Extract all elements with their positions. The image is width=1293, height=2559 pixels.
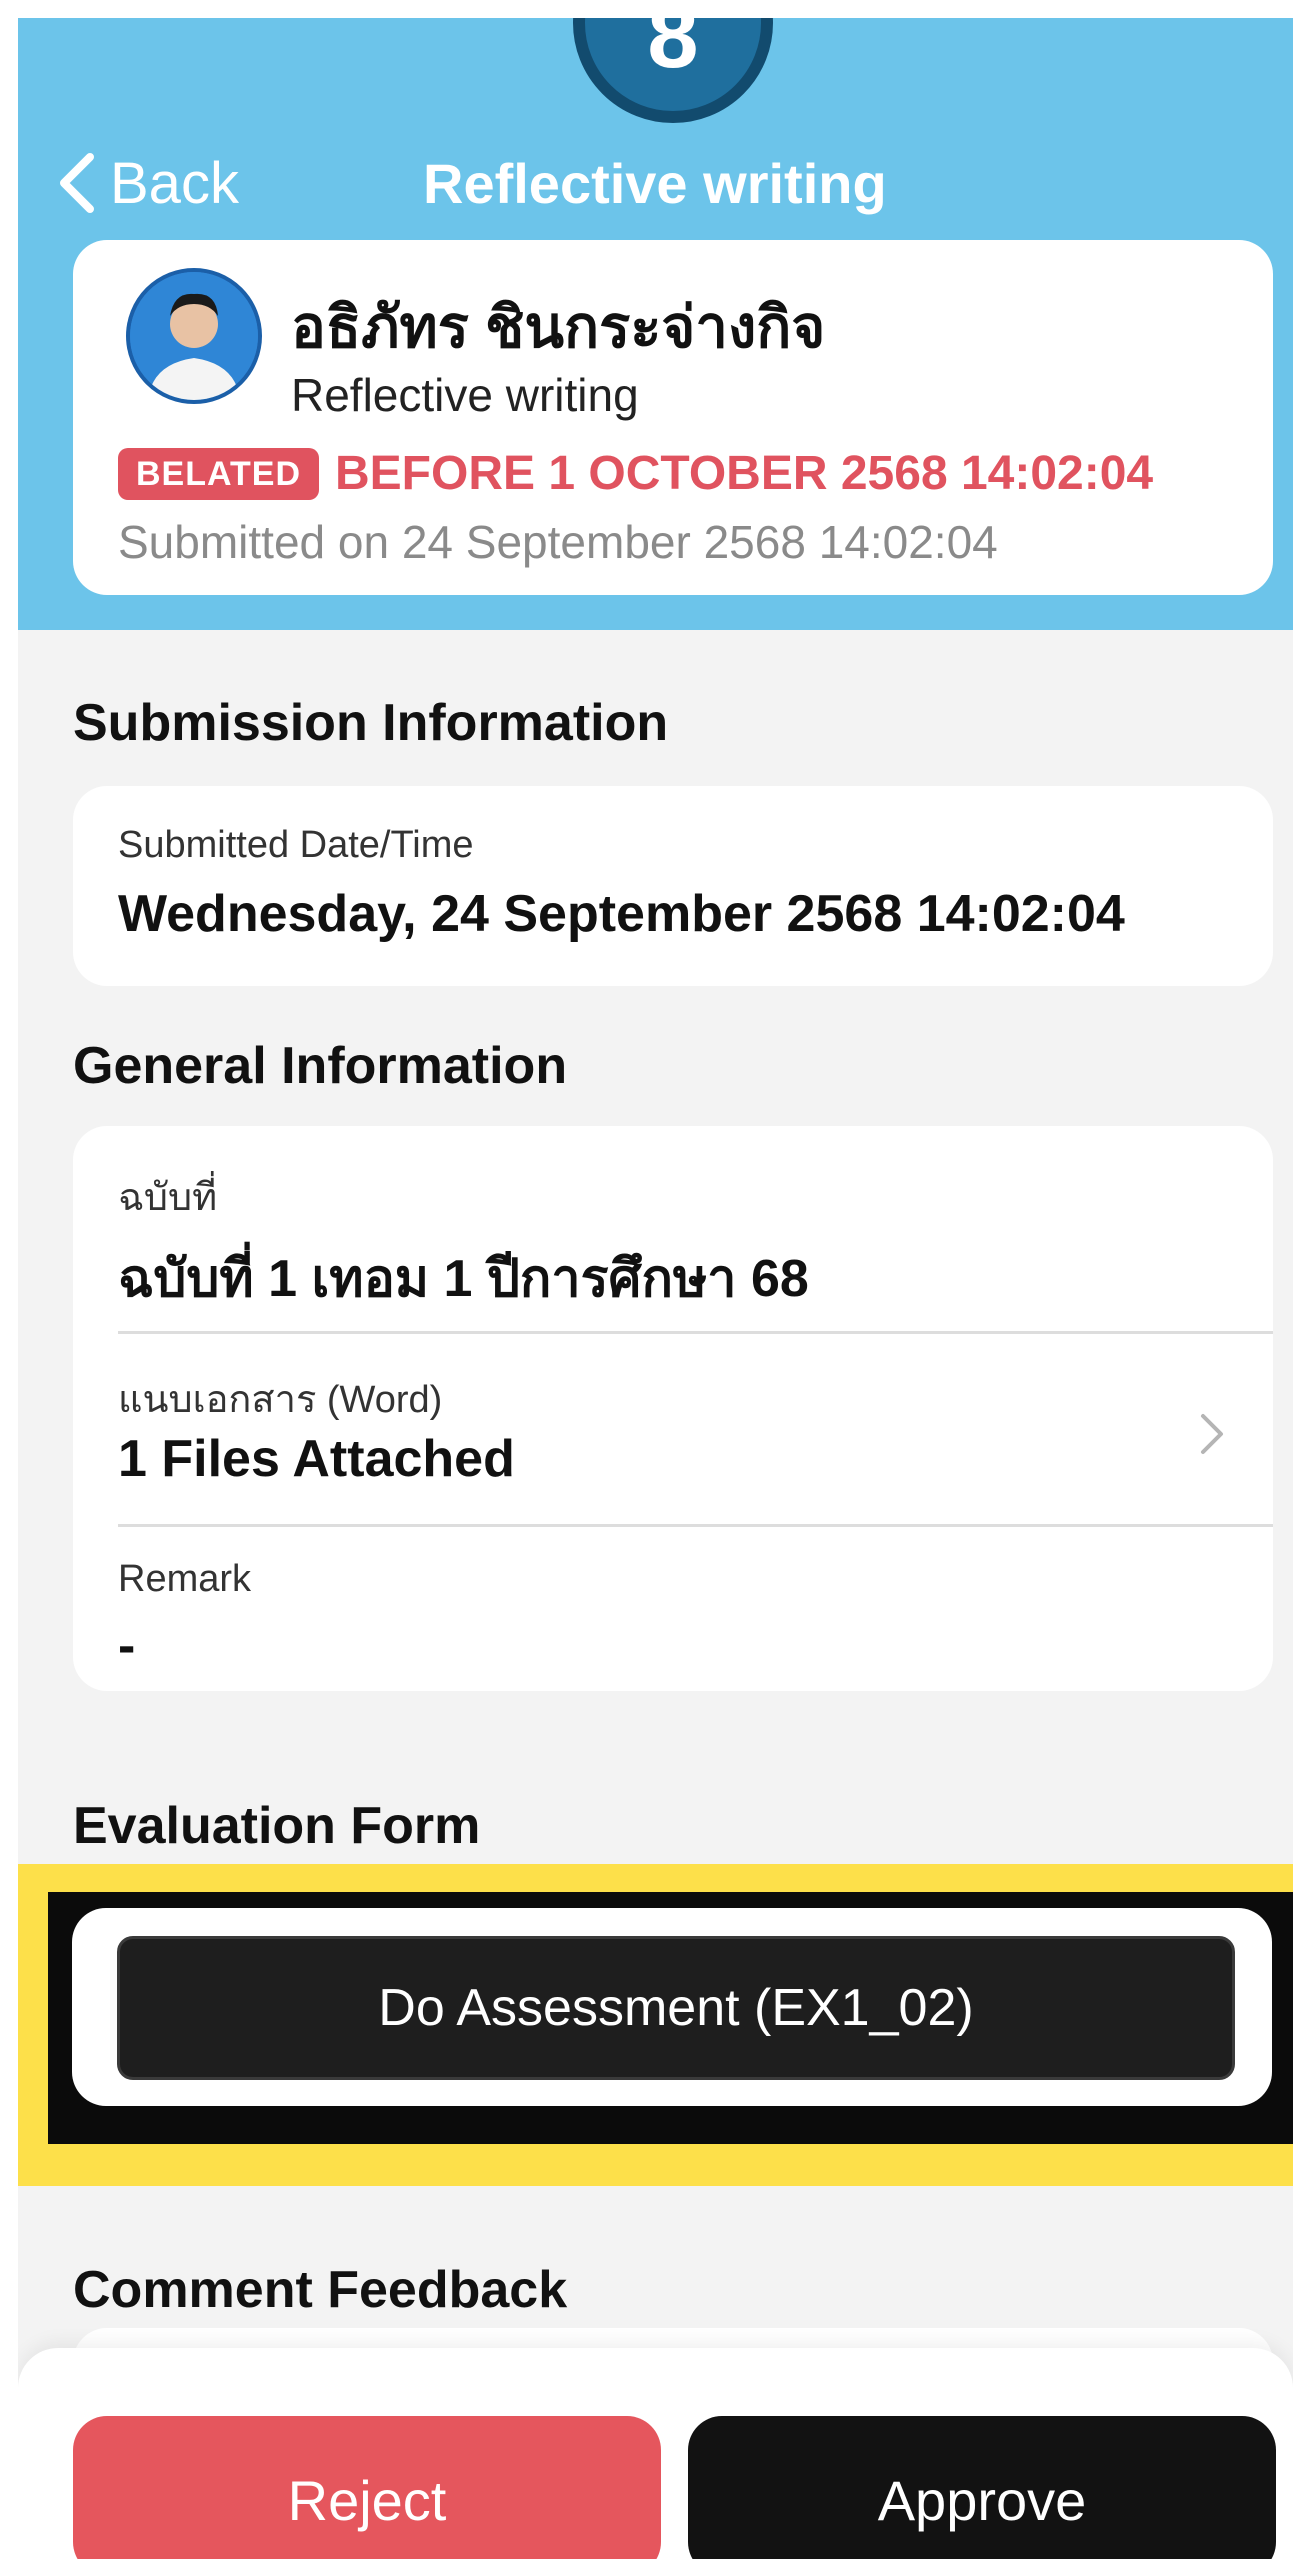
comment-feedback-title: Comment Feedback (73, 2261, 568, 2319)
attachment-row[interactable]: แนบเอกสาร (Word) 1 Files Attached (73, 1334, 1273, 1524)
attachment-label: แนบเอกสาร (Word) (118, 1379, 443, 1421)
submitted-on: Submitted on 24 September 2568 14:02:04 (118, 516, 998, 568)
approve-button[interactable]: Approve (688, 2416, 1276, 2559)
app-screen: 8 Back Reflective writing อธิภัทร ชินกระ… (18, 18, 1293, 2559)
due-date: BEFORE 1 OCTOBER 2568 14:02:04 (335, 447, 1154, 500)
evaluation-card: Do Assessment (EX1_02) (72, 1908, 1272, 2106)
attachment-value: 1 Files Attached (118, 1430, 515, 1488)
highlight-box: Do Assessment (EX1_02) (18, 1864, 1293, 2186)
student-profile-card: อธิภัทร ชินกระจ่างกิจ Reflective writing… (73, 240, 1273, 595)
back-label: Back (110, 150, 239, 216)
step-number-badge: 8 (573, 18, 773, 123)
submitted-datetime-label: Submitted Date/Time (118, 824, 474, 866)
do-assessment-button[interactable]: Do Assessment (EX1_02) (117, 1936, 1235, 2080)
step-number: 8 (647, 18, 699, 87)
status-badge: BELATED (118, 448, 320, 500)
page-title: Reflective writing (423, 152, 887, 215)
submission-info-card: Submitted Date/Time Wednesday, 24 Septem… (73, 786, 1273, 986)
chevron-right-icon (1201, 1414, 1223, 1454)
action-bar: Reject Approve (18, 2348, 1293, 2559)
general-info-card: ฉบับที่ ฉบับที่ 1 เทอม 1 ปีการศึกษา 68 แ… (73, 1126, 1273, 1691)
remark-label: Remark (118, 1558, 252, 1600)
remark-value: - (118, 1617, 136, 1675)
back-button[interactable]: Back (56, 138, 239, 228)
reject-button[interactable]: Reject (73, 2416, 661, 2559)
avatar (126, 268, 262, 404)
chevron-left-icon (60, 153, 94, 213)
submitted-datetime-value: Wednesday, 24 September 2568 14:02:04 (118, 885, 1125, 943)
header: 8 Back Reflective writing อธิภัทร ชินกระ… (18, 18, 1293, 630)
assignment-name: Reflective writing (291, 369, 639, 421)
divider (118, 1524, 1273, 1527)
issue-value: ฉบับที่ 1 เทอม 1 ปีการศึกษา 68 (118, 1250, 809, 1308)
highlight-frame: Do Assessment (EX1_02) (48, 1892, 1293, 2144)
student-name: อธิภัทร ชินกระจ่างกิจ (291, 295, 826, 360)
issue-label: ฉบับที่ (118, 1177, 218, 1219)
general-info-title: General Information (73, 1037, 568, 1095)
submission-info-title: Submission Information (73, 694, 669, 752)
evaluation-form-title: Evaluation Form (73, 1797, 481, 1855)
